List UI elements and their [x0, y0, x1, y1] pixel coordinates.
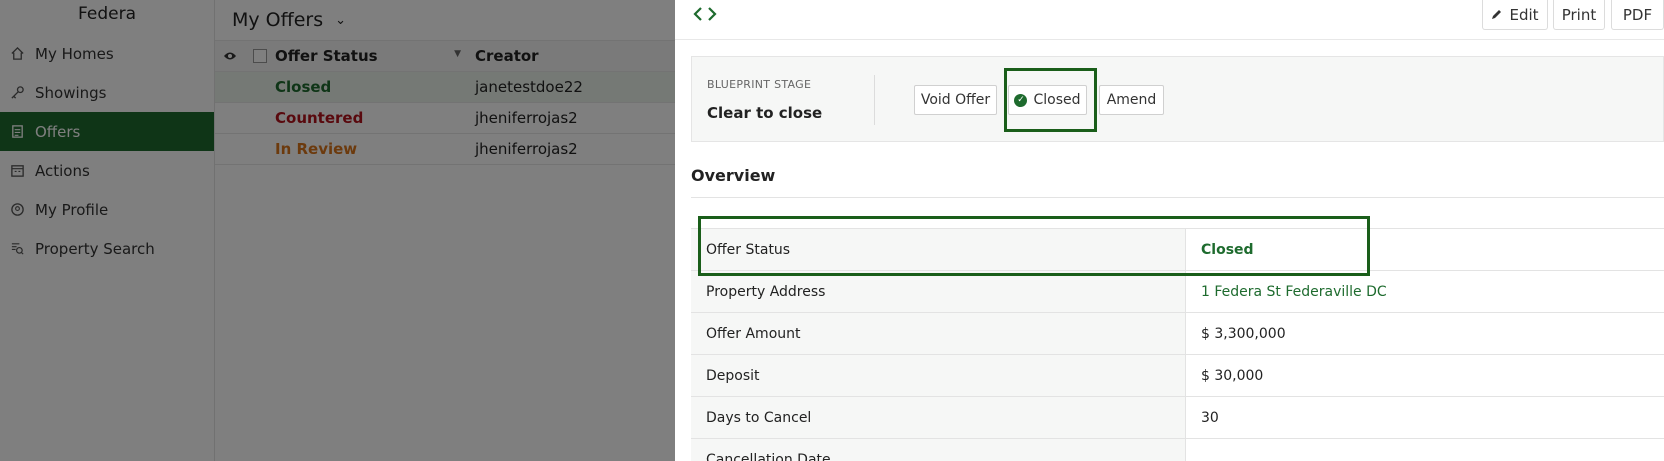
void-offer-button[interactable]: Void Offer	[914, 85, 997, 115]
brand-title: Federa	[78, 4, 136, 24]
status-cell: In Review	[275, 140, 358, 158]
table-row[interactable]: Countered jheniferrojas2	[215, 103, 675, 134]
status-cell: Closed	[275, 78, 332, 96]
detail-row-offer-amount: Offer Amount $ 3,300,000	[691, 313, 1664, 355]
detail-label: Cancellation Date	[691, 439, 1186, 461]
detail-value: $ 3,300,000	[1201, 325, 1286, 342]
detail-row-days-to-cancel: Days to Cancel 30	[691, 397, 1664, 439]
detail-row-deposit: Deposit $ 30,000	[691, 355, 1664, 397]
sidebar-item-label: My Homes	[35, 44, 114, 63]
property-address-link[interactable]: 1 Federa St Federaville DC	[1186, 271, 1664, 312]
overview-heading: Overview	[691, 166, 776, 185]
sidebar-item-my-homes[interactable]: My Homes	[0, 34, 214, 73]
offers-list: My Offers ⌄ Offer Status ▼ Creator Close…	[215, 0, 675, 461]
detail-value: Closed	[1201, 241, 1254, 258]
sort-icon[interactable]: ▼	[454, 49, 461, 59]
detail-label: Days to Cancel	[691, 397, 1186, 438]
detail-label: Property Address	[691, 271, 1186, 312]
overview-table: Offer Status Closed Property Address 1 F…	[691, 228, 1664, 461]
creator-cell: janetestdoe22	[475, 78, 583, 96]
sidebar-item-showings[interactable]: Showings	[0, 73, 214, 112]
divider	[691, 197, 1664, 198]
sidebar-item-actions[interactable]: Actions	[0, 151, 214, 190]
edit-button[interactable]: Edit	[1482, 0, 1548, 30]
select-all-checkbox[interactable]	[245, 49, 275, 63]
search-list-icon	[8, 239, 27, 258]
sidebar-item-label: My Profile	[35, 200, 109, 219]
detail-label: Offer Status	[691, 229, 1186, 270]
table-row[interactable]: Closed janetestdoe22	[215, 72, 675, 103]
sidebar-item-property-search[interactable]: Property Search	[0, 229, 214, 268]
detail-label: Deposit	[691, 355, 1186, 396]
table-header: Offer Status ▼ Creator	[215, 40, 675, 72]
creator-cell: jheniferrojas2	[475, 140, 578, 158]
detail-value: $ 30,000	[1201, 367, 1264, 384]
pencil-icon	[1491, 6, 1503, 24]
closed-button[interactable]: ✓ Closed	[1008, 85, 1087, 115]
page-title: My Offers	[232, 9, 324, 31]
user-circle-icon	[8, 200, 27, 219]
sidebar-item-label: Actions	[35, 161, 90, 180]
detail-value	[1186, 439, 1664, 461]
sidebar-item-label: Showings	[35, 83, 107, 102]
panel-toolbar: Edit Print PDF	[675, 0, 1664, 40]
sidebar-item-offers[interactable]: Offers	[0, 112, 214, 151]
detail-row-cancellation-date: Cancellation Date	[691, 439, 1664, 461]
status-cell: Countered	[275, 109, 364, 127]
detail-value: 30	[1201, 409, 1219, 426]
sidebar-item-label: Offers	[35, 122, 81, 141]
detail-row-offer-status: Offer Status Closed	[691, 229, 1664, 271]
blueprint-stage-box: BLUEPRINT STAGE Clear to close Void Offe…	[691, 56, 1664, 142]
amend-button[interactable]: Amend	[1099, 85, 1164, 115]
column-header-offer-status[interactable]: Offer Status ▼	[275, 47, 475, 65]
sidebar: Federa My Homes Showings Offers Actions …	[0, 0, 215, 461]
eye-icon[interactable]	[215, 51, 245, 61]
column-header-creator[interactable]: Creator	[475, 47, 675, 65]
creator-cell: jheniferrojas2	[475, 109, 578, 127]
code-icon[interactable]	[692, 4, 718, 28]
divider	[874, 75, 875, 125]
pdf-button[interactable]: PDF	[1611, 0, 1664, 30]
offer-detail-panel: Edit Print PDF BLUEPRINT STAGE Clear to …	[675, 0, 1664, 461]
detail-label: Offer Amount	[691, 313, 1186, 354]
check-circle-icon: ✓	[1014, 93, 1028, 107]
chevron-down-icon[interactable]: ⌄	[335, 13, 346, 28]
blueprint-stage-label: BLUEPRINT STAGE	[707, 78, 812, 91]
sidebar-item-label: Property Search	[35, 239, 155, 258]
print-button[interactable]: Print	[1553, 0, 1605, 30]
key-icon	[8, 83, 27, 102]
document-icon	[8, 122, 27, 141]
list-header[interactable]: My Offers ⌄	[215, 0, 675, 40]
detail-row-property-address: Property Address 1 Federa St Federaville…	[691, 271, 1664, 313]
home-icon	[8, 44, 27, 63]
table-row[interactable]: In Review jheniferrojas2	[215, 134, 675, 165]
sidebar-item-my-profile[interactable]: My Profile	[0, 190, 214, 229]
blueprint-stage-value: Clear to close	[707, 104, 823, 122]
calendar-icon	[8, 161, 27, 180]
